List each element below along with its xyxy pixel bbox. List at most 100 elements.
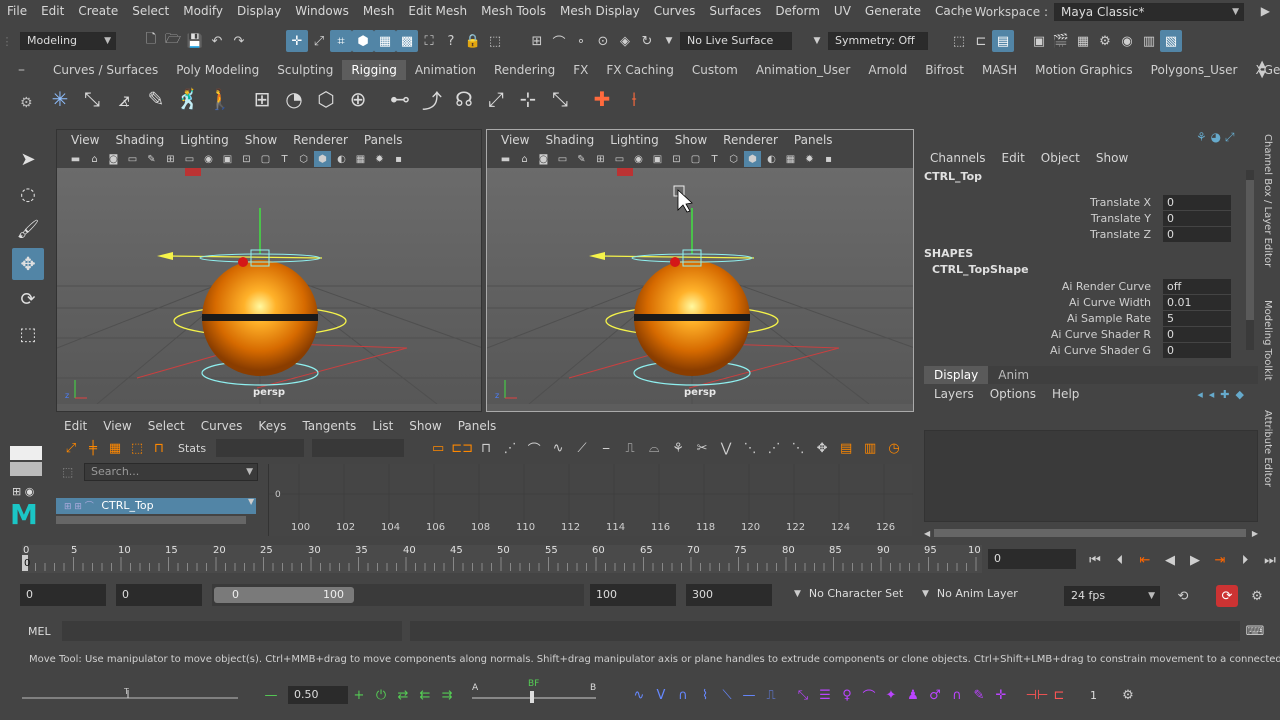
step-icon[interactable]: ⎍	[760, 684, 782, 706]
vp-menu-shading[interactable]: Shading	[107, 133, 172, 147]
layout-single-icon[interactable]	[10, 446, 42, 478]
attr-value-field[interactable]: 5	[1163, 310, 1231, 326]
lights-icon[interactable]: ✹	[371, 151, 388, 167]
grid-icon[interactable]: ⊞	[592, 151, 609, 167]
shelf-tab-sculpting[interactable]: Sculpting	[268, 60, 342, 80]
flat-icon[interactable]: —	[738, 684, 760, 706]
chevron-down-icon[interactable]: ▼	[248, 497, 254, 506]
insert-keys-icon[interactable]: ╪	[84, 437, 102, 459]
live-surface-field[interactable]: No Live Surface	[680, 32, 792, 50]
shelf-tab-curves-surfaces[interactable]: Curves / Surfaces	[44, 60, 167, 80]
time-slider[interactable]: 0 5 10 15 20 25 30 35 40 45 50 55 60 65 …	[22, 545, 982, 573]
layer-menu-help[interactable]: Help	[1042, 387, 1089, 401]
vp-menu-view[interactable]: View	[493, 133, 537, 147]
v-tool-icon[interactable]: V	[650, 684, 672, 706]
shelf-tab-mash[interactable]: MASH	[973, 60, 1026, 80]
pole-vector-icon[interactable]: ⤡	[544, 83, 576, 115]
free-tangent-icon[interactable]: ⋰	[764, 437, 784, 459]
orient-constraint-icon[interactable]: ☊	[448, 83, 480, 115]
viewport-right[interactable]: View Shading Lighting Show Renderer Pane…	[486, 129, 914, 412]
shelf-tab-poly-modeling[interactable]: Poly Modeling	[167, 60, 268, 80]
range-slider[interactable]: 0 100	[212, 584, 584, 606]
open-scene-icon[interactable]: 🗁	[162, 30, 184, 52]
locator-icon[interactable]: ✚	[586, 83, 618, 115]
vp-menu-view[interactable]: View	[63, 133, 107, 147]
play-forwards-icon[interactable]: ▶	[1184, 549, 1206, 571]
cluster-icon[interactable]: ⊕	[342, 83, 374, 115]
playback-start-field[interactable]: 0	[116, 584, 202, 606]
layout-options-icon[interactable]: ⊞ ◉	[12, 485, 34, 498]
camera-attr-icon[interactable]: ⌂	[86, 151, 103, 167]
shadows-icon[interactable]: ▪	[820, 151, 837, 167]
loop-icon[interactable]: ⟲	[1172, 585, 1194, 607]
tween-icon[interactable]: ⇄	[392, 684, 414, 706]
step-forward-key-icon[interactable]: ⇥	[1209, 549, 1231, 571]
lock-icon[interactable]: 🔒	[462, 30, 484, 52]
render-settings-icon[interactable]: ⚙	[1094, 30, 1116, 52]
resolution-gate-icon[interactable]: ◉	[630, 151, 647, 167]
camera-attr-icon[interactable]: ⌂	[516, 151, 533, 167]
left-align-icon[interactable]: ⇇	[414, 684, 436, 706]
attr-value-field[interactable]: off	[1163, 278, 1231, 294]
play-backwards-icon[interactable]: ◀	[1159, 549, 1181, 571]
auto-key-icon[interactable]: ⟳	[1216, 585, 1238, 607]
resolution-gate-icon[interactable]: ◉	[200, 151, 217, 167]
step-tangent-icon[interactable]: ⎍	[620, 437, 640, 459]
pencil-icon[interactable]: ✎	[968, 684, 990, 706]
menu-mesh[interactable]: Mesh	[356, 0, 402, 22]
shape-name[interactable]: CTRL_TopShape	[920, 262, 1260, 278]
plus-icon[interactable]: +	[348, 684, 370, 706]
clamped-tangent-icon[interactable]: ∿	[548, 437, 568, 459]
redo-icon[interactable]: ↷	[228, 30, 250, 52]
step-back-frame-icon[interactable]: ⏴	[1109, 549, 1131, 571]
wireframe-icon[interactable]: ⬡	[725, 151, 742, 167]
scroll-right-icon[interactable]: ▶	[1261, 4, 1270, 18]
ge-menu-list[interactable]: List	[364, 419, 401, 433]
menu-set-dropdown[interactable]: Modeling ▼	[20, 32, 116, 50]
person-icon[interactable]: ♀	[836, 684, 858, 706]
modeling-toolkit-icon[interactable]: ▧	[1160, 30, 1182, 52]
right-align-icon[interactable]: ⇉	[436, 684, 458, 706]
expand-icon[interactable]: ⊞ ⊞ ⌒	[56, 502, 94, 512]
point-constraint-icon[interactable]: ⊷	[384, 83, 416, 115]
ik-handle-icon[interactable]: ⤡	[76, 83, 108, 115]
go-to-start-icon[interactable]: ⏮	[1084, 549, 1106, 571]
insert-joint-icon[interactable]: ✎	[140, 83, 172, 115]
curve-tool-icon[interactable]: ∿	[628, 684, 650, 706]
menu-file[interactable]: File	[0, 0, 34, 22]
scrollbar-thumb[interactable]	[1246, 180, 1254, 320]
shelf-gear-icon[interactable]: ⚙	[20, 95, 33, 111]
trax-icon[interactable]: ▥	[860, 437, 880, 459]
lattice-deform-icon[interactable]: ▦	[106, 437, 124, 459]
region-tool-icon[interactable]: ⬚	[128, 437, 146, 459]
center-current-icon[interactable]: ⊓	[476, 437, 496, 459]
menu-mesh-display[interactable]: Mesh Display	[553, 0, 647, 22]
new-scene-icon[interactable]: 🗋	[140, 30, 162, 52]
mask-dynamics-icon[interactable]: ?	[440, 30, 462, 52]
render-frame-icon[interactable]: 🎬	[1050, 30, 1072, 52]
graph-area[interactable]: 0 100 102 104 106 108 110 112 114 116 11…	[268, 464, 913, 536]
parent-constraint-icon[interactable]: ⊹	[512, 83, 544, 115]
select-component-icon[interactable]: ⌗	[330, 30, 352, 52]
menu-edit-mesh[interactable]: Edit Mesh	[401, 0, 474, 22]
snap-point-icon[interactable]: ∘	[570, 30, 592, 52]
break-tangents-icon[interactable]: ⋁	[716, 437, 736, 459]
frame-range-icon[interactable]: ⊣⊢	[1026, 684, 1049, 706]
man-icon[interactable]: ♂	[924, 684, 946, 706]
smooth-shade-icon[interactable]: ⬢	[314, 151, 331, 167]
attr-row[interactable]: Translate Z 0	[920, 226, 1260, 242]
viewport-right-scene[interactable]: z persp	[487, 168, 913, 404]
anim-end-field[interactable]: 300	[686, 584, 772, 606]
select-object-icon[interactable]: ⤢	[308, 30, 330, 52]
attr-value-field[interactable]: 0	[1163, 342, 1231, 358]
textured-icon[interactable]: ▦	[782, 151, 799, 167]
scale-tool-icon[interactable]: ⬚	[12, 318, 44, 350]
grease-pencil-icon[interactable]: ✎	[573, 151, 590, 167]
ge-menu-view[interactable]: View	[95, 419, 139, 433]
gate-mask-icon[interactable]: ▣	[649, 151, 666, 167]
layer-hscroll[interactable]: ◀ ▶	[924, 526, 1258, 540]
select-hier-icon[interactable]: ⤡	[792, 684, 814, 706]
attr-value-field[interactable]: 0	[1163, 326, 1231, 342]
retime-tool-icon[interactable]: ⊓	[150, 437, 168, 459]
ge-menu-keys[interactable]: Keys	[250, 419, 294, 433]
